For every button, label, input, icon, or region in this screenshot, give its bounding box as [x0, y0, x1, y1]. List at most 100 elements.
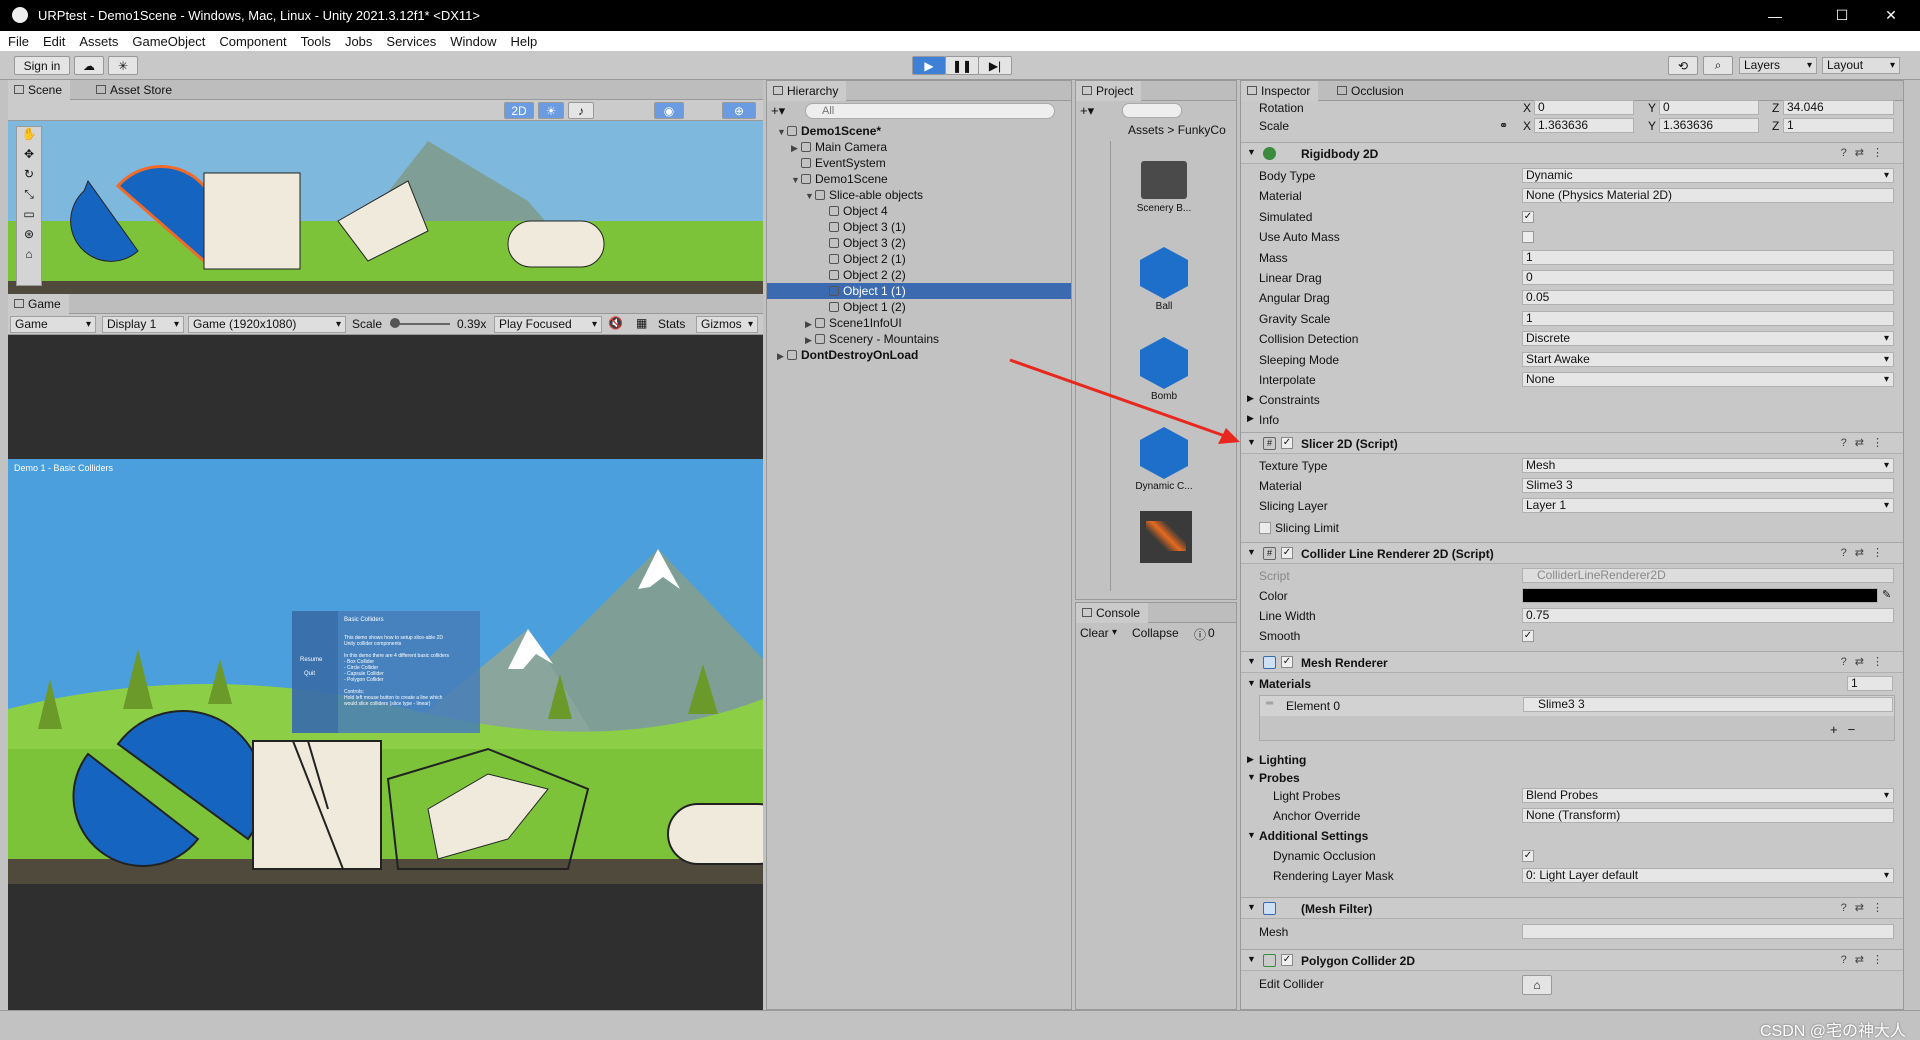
rotation-y-field[interactable]: 0 — [1659, 100, 1759, 115]
remove-element-button[interactable]: − — [1848, 722, 1866, 737]
history-icon[interactable]: ⟲ — [1668, 56, 1698, 75]
foldout-arrow-icon[interactable]: ▼ — [1247, 954, 1256, 964]
sign-in-button[interactable]: Sign in — [14, 56, 70, 75]
stats-grid-icon[interactable]: ▦ — [636, 316, 647, 330]
audio-icon[interactable]: ♪ — [568, 102, 594, 119]
component-menu-icons[interactable]: ?⇄⋮ — [1841, 436, 1891, 449]
collider-line-enabled-checkbox[interactable]: ✓ — [1281, 547, 1293, 559]
polygon-collider-enabled-checkbox[interactable]: ✓ — [1281, 954, 1293, 966]
component-menu-icons[interactable]: ?⇄⋮ — [1841, 953, 1891, 966]
rotation-x-field[interactable]: 0 — [1534, 100, 1634, 115]
mesh-renderer-header[interactable]: ▼ ✓ Mesh Renderer ?⇄⋮ — [1241, 651, 1903, 673]
breadcrumb-current[interactable]: FunkyCo — [1178, 123, 1226, 137]
constraints-row[interactable]: ▶ Constraints — [1241, 391, 1903, 409]
tab-asset-store[interactable]: Asset Store — [90, 80, 180, 100]
menu-help[interactable]: Help — [511, 34, 538, 49]
hierarchy-row[interactable]: ▶ Main Camera — [767, 139, 1071, 155]
foldout-arrow-icon[interactable]: ▼ — [1247, 147, 1256, 157]
resume-button[interactable]: Resume — [300, 657, 322, 663]
project-item-bomb[interactable]: Bomb — [1114, 331, 1214, 411]
collider-line-renderer-header[interactable]: ▼ # ✓ Collider Line Renderer 2D (Script)… — [1241, 542, 1903, 564]
cloud-icon[interactable]: ☁ — [74, 56, 104, 75]
menu-window[interactable]: Window — [450, 34, 496, 49]
rendering-layer-mask-dropdown[interactable]: 0: Light Layer default — [1522, 868, 1894, 883]
property-field[interactable]: 1 — [1522, 249, 1894, 265]
tab-project[interactable]: Project — [1076, 81, 1142, 101]
foldout-arrow-icon[interactable]: ▼ — [1247, 902, 1256, 912]
menu-services[interactable]: Services — [386, 34, 436, 49]
foldout-arrow-icon[interactable]: ▶ — [791, 140, 801, 156]
collab-icon[interactable]: ✳ — [108, 56, 138, 75]
hierarchy-row[interactable]: Object 1 (2) — [767, 299, 1071, 315]
custom-tool-icon[interactable]: ⌂ — [17, 247, 41, 267]
mode-2d-button[interactable]: 2D — [504, 102, 534, 119]
tab-console[interactable]: Console — [1076, 603, 1149, 623]
drag-handle-icon[interactable]: ═ — [1266, 698, 1273, 709]
property-checkbox[interactable] — [1522, 231, 1534, 244]
lighting-icon[interactable]: ☀ — [538, 102, 564, 119]
visibility-icon[interactable]: ◉ — [654, 102, 684, 119]
menu-component[interactable]: Component — [219, 34, 286, 49]
play-focused-dropdown[interactable]: Play Focused — [494, 316, 602, 333]
project-add-button[interactable]: +▾ — [1080, 103, 1094, 119]
foldout-arrow-icon[interactable]: ▶ — [1247, 393, 1254, 404]
info-count-icon[interactable]: ⓘ — [1194, 626, 1206, 643]
menu-assets[interactable]: Assets — [79, 34, 118, 49]
foldout-arrow-icon[interactable]: ▶ — [1247, 413, 1254, 424]
hand-tool-icon[interactable]: ✋ — [17, 127, 41, 147]
dynamic-occlusion-checkbox[interactable]: ✓ — [1522, 850, 1534, 862]
component-menu-icons[interactable]: ?⇄⋮ — [1841, 901, 1891, 914]
layers-dropdown[interactable]: Layers — [1739, 57, 1817, 74]
gizmos-dropdown[interactable]: Gizmos — [696, 316, 758, 333]
property-dropdown[interactable]: Discrete — [1522, 331, 1894, 347]
project-search-input[interactable] — [1122, 103, 1182, 118]
tab-inspector[interactable]: Inspector — [1241, 81, 1319, 101]
scale-tool-icon[interactable]: ⤡ — [17, 187, 41, 207]
polygon-collider-header[interactable]: ▼ ✓ Polygon Collider 2D ?⇄⋮ — [1241, 949, 1903, 971]
mesh-field[interactable] — [1522, 924, 1894, 939]
project-item-ball[interactable]: Ball — [1114, 241, 1214, 321]
transform-tool-icon[interactable]: ⊛ — [17, 227, 41, 247]
foldout-arrow-icon[interactable]: ▼ — [791, 172, 801, 188]
game-viewport[interactable]: Demo 1 - Basic Colliders Resume Quit Bas… — [8, 459, 763, 884]
foldout-arrow-icon[interactable]: ▼ — [777, 124, 787, 140]
hierarchy-row[interactable]: ▼ Demo1Scene — [767, 171, 1071, 187]
property-object-field[interactable]: None (Physics Material 2D) — [1522, 188, 1894, 204]
mesh-filter-header[interactable]: ▼ (Mesh Filter) ?⇄⋮ — [1241, 897, 1903, 919]
additional-settings-row[interactable]: ▼ Additional Settings — [1241, 827, 1903, 845]
clear-button[interactable]: Clear — [1080, 626, 1109, 640]
light-probes-dropdown[interactable]: Blend Probes — [1522, 788, 1894, 803]
hierarchy-row[interactable]: Object 3 (1) — [767, 219, 1071, 235]
menu-gameobject[interactable]: GameObject — [132, 34, 205, 49]
foldout-arrow-icon[interactable]: ▼ — [1247, 772, 1256, 782]
layout-dropdown[interactable]: Layout — [1822, 57, 1900, 74]
close-button[interactable]: ✕ — [1868, 0, 1914, 31]
clear-options-icon[interactable]: ▾ — [1112, 627, 1117, 638]
property-dropdown[interactable]: Start Awake — [1522, 351, 1894, 367]
play-button[interactable]: ▶ — [912, 56, 946, 75]
materials-count-field[interactable]: 1 — [1847, 676, 1893, 691]
hierarchy-search-input[interactable] — [805, 103, 1055, 119]
property-checkbox[interactable]: ✓ — [1522, 210, 1534, 223]
hierarchy-row[interactable]: ▶ Scenery - Mountains — [767, 331, 1071, 347]
hierarchy-row[interactable]: EventSystem — [767, 155, 1071, 171]
slicer-enabled-checkbox[interactable]: ✓ — [1281, 437, 1293, 449]
game-view-dropdown[interactable]: Game — [10, 316, 96, 333]
eyedropper-icon[interactable]: ✎ — [1882, 588, 1891, 601]
rect-tool-icon[interactable]: ▭ — [17, 207, 41, 227]
property-field[interactable]: 1 — [1522, 310, 1894, 326]
info-row[interactable]: ▶ Info — [1241, 411, 1903, 429]
property-field[interactable]: 0 — [1522, 270, 1894, 285]
menu-jobs[interactable]: Jobs — [345, 34, 372, 49]
mute-audio-icon[interactable]: 🔇 — [608, 316, 623, 330]
quit-button[interactable]: Quit — [304, 671, 315, 677]
add-element-button[interactable]: + — [1830, 722, 1848, 737]
component-menu-icons[interactable]: ?⇄⋮ — [1841, 655, 1891, 668]
foldout-arrow-icon[interactable]: ▼ — [805, 188, 815, 204]
foldout-arrow-icon[interactable]: ▼ — [1247, 547, 1256, 557]
hierarchy-row[interactable]: Object 3 (2) — [767, 235, 1071, 251]
rigidbody2d-header[interactable]: ▼ Rigidbody 2D ?⇄⋮ — [1241, 142, 1903, 164]
hierarchy-row[interactable]: Object 1 (1) — [767, 283, 1071, 299]
add-object-button[interactable]: +▾ — [771, 103, 797, 119]
menu-tools[interactable]: Tools — [301, 34, 331, 49]
